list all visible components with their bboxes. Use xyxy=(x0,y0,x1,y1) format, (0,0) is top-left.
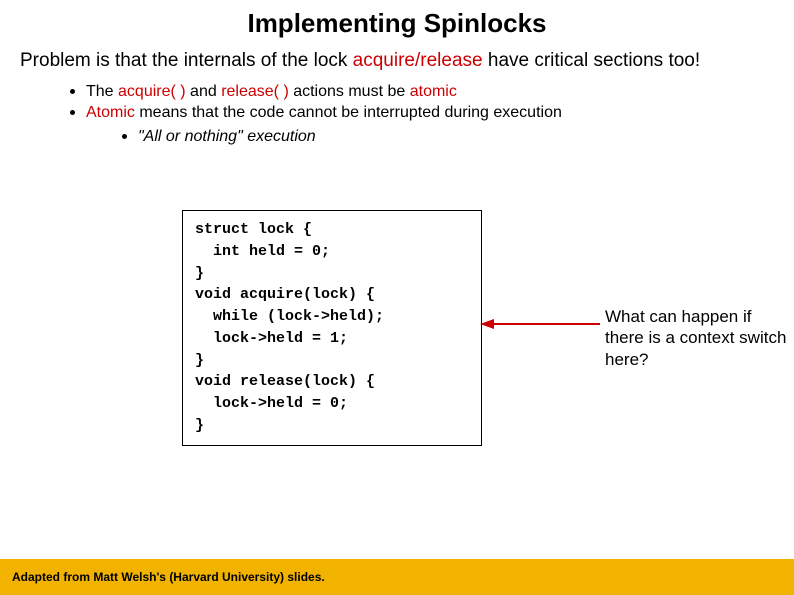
slide-title: Implementing Spinlocks xyxy=(0,0,794,39)
bullet-hl: release( ) xyxy=(221,83,289,100)
bullet-item: The acquire( ) and release( ) actions mu… xyxy=(70,81,794,103)
bullet-text: The xyxy=(86,83,118,100)
bullet-hl: atomic xyxy=(410,83,457,100)
sub-bullet-item: "All or nothing" execution xyxy=(122,126,794,148)
bullet-list: The acquire( ) and release( ) actions mu… xyxy=(0,73,794,148)
code-block: struct lock { int held = 0; } void acqui… xyxy=(182,210,482,446)
footer-bar: Adapted from Matt Welsh's (Harvard Unive… xyxy=(0,559,794,595)
arrow-icon xyxy=(480,318,600,330)
bullet-text: means that the code cannot be interrupte… xyxy=(135,104,562,121)
intro-paragraph: Problem is that the internals of the loc… xyxy=(0,39,794,73)
bullet-text: actions must be xyxy=(289,83,410,100)
intro-highlight: acquire/release xyxy=(353,50,483,71)
footer-text: Adapted from Matt Welsh's (Harvard Unive… xyxy=(12,570,325,584)
intro-pre: Problem is that the internals of the loc… xyxy=(20,50,353,71)
intro-post: have critical sections too! xyxy=(483,50,701,71)
bullet-text: and xyxy=(186,83,222,100)
annotation-text: What can happen if there is a context sw… xyxy=(605,306,790,370)
sub-bullet-list: "All or nothing" execution xyxy=(86,124,794,148)
bullet-hl: Atomic xyxy=(86,104,135,121)
bullet-item: Atomic means that the code cannot be int… xyxy=(70,102,794,147)
bullet-hl: acquire( ) xyxy=(118,83,186,100)
